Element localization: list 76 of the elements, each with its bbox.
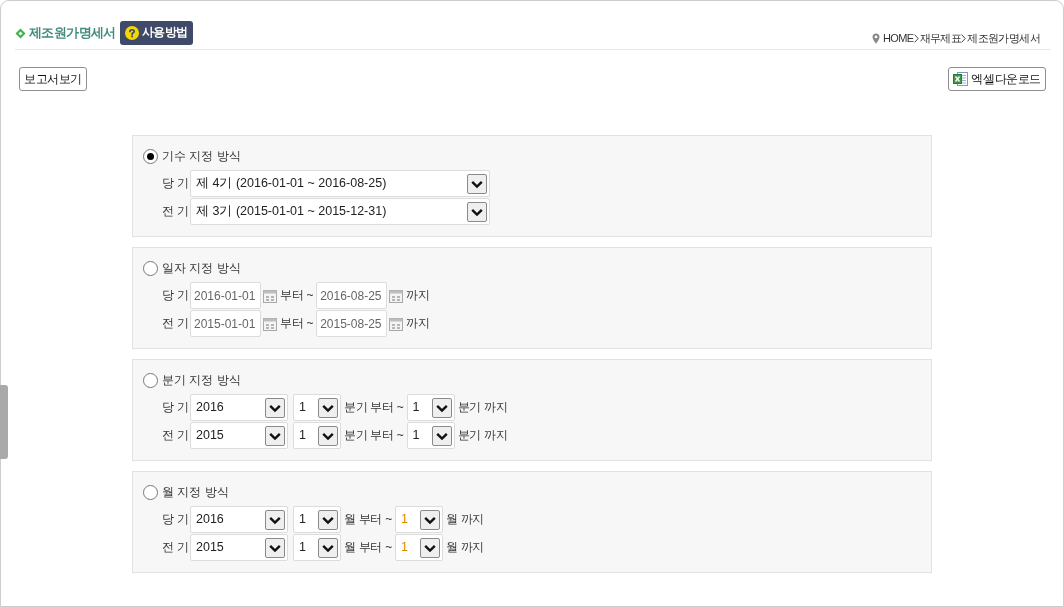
view-report-button[interactable]: 보고서보기 bbox=[19, 67, 87, 91]
row-label: 전 기 bbox=[162, 540, 190, 555]
range-text: 까지 bbox=[406, 316, 430, 331]
quarter-select[interactable]: 1 bbox=[293, 422, 341, 449]
radio-button[interactable] bbox=[143, 485, 158, 500]
diamond-icon bbox=[15, 27, 26, 39]
breadcrumb-link[interactable]: HOME bbox=[882, 31, 914, 45]
chevron-down-icon bbox=[419, 537, 440, 558]
spreadsheet-icon bbox=[953, 72, 969, 86]
chevron-down-icon bbox=[467, 201, 487, 222]
option-label: 분기 지정 방식 bbox=[162, 373, 241, 388]
range-text: 월 까지 bbox=[445, 512, 485, 527]
range-text: 분기 까지 bbox=[457, 400, 508, 415]
option-label: 기수 지정 방식 bbox=[162, 149, 241, 164]
breadcrumb-current: 제조원가명세서 bbox=[967, 31, 1040, 45]
year-select[interactable]: 2016 bbox=[190, 506, 288, 533]
excel-download-button[interactable]: 엑셀다운로드 bbox=[948, 67, 1046, 91]
side-handle[interactable] bbox=[0, 385, 8, 459]
month-select[interactable]: 1 bbox=[293, 506, 341, 533]
month-select[interactable]: 1 bbox=[293, 534, 341, 561]
range-text: 부터 ~ bbox=[280, 316, 314, 331]
radio-button[interactable] bbox=[143, 261, 158, 276]
calendar-icon bbox=[389, 288, 404, 303]
row-label: 전 기 bbox=[162, 428, 190, 443]
chevron-right-icon bbox=[913, 33, 919, 43]
calendar-icon bbox=[263, 316, 277, 331]
row-label: 당 기 bbox=[162, 288, 190, 303]
chevron-down-icon bbox=[467, 173, 487, 194]
row-label: 당 기 bbox=[162, 176, 190, 191]
quarter-select[interactable]: 1 bbox=[293, 394, 341, 421]
range-text: 분기 부터 ~ bbox=[344, 400, 404, 415]
date-field[interactable]: 2016-08-25 bbox=[316, 282, 388, 309]
chevron-down-icon bbox=[419, 509, 440, 530]
radio-button[interactable] bbox=[143, 149, 158, 164]
chevron-down-icon bbox=[265, 509, 285, 530]
calendar-icon bbox=[263, 288, 277, 303]
range-text: 분기 부터 ~ bbox=[344, 428, 404, 443]
chevron-down-icon bbox=[318, 425, 338, 446]
year-select[interactable]: 2015 bbox=[190, 422, 288, 449]
range-text: 월 까지 bbox=[445, 540, 485, 555]
range-text: 분기 까지 bbox=[457, 428, 508, 443]
chevron-down-icon bbox=[265, 425, 285, 446]
range-text: 월 부터 ~ bbox=[344, 540, 392, 555]
date-field[interactable]: 2016-01-01 bbox=[190, 282, 261, 309]
chevron-right-icon bbox=[961, 33, 967, 43]
help-button[interactable]: 사용방법 bbox=[119, 21, 193, 45]
option-label: 일자 지정 방식 bbox=[162, 261, 241, 276]
chevron-down-icon bbox=[265, 537, 285, 558]
chevron-down-icon bbox=[431, 425, 452, 446]
chevron-down-icon bbox=[265, 397, 285, 418]
radio-button[interactable] bbox=[143, 373, 158, 388]
row-label: 당 기 bbox=[162, 512, 190, 527]
chevron-down-icon bbox=[318, 537, 338, 558]
date-field[interactable]: 2015-08-25 bbox=[316, 310, 388, 337]
breadcrumb-link[interactable]: 재무제표 bbox=[919, 31, 962, 45]
quarter-select[interactable]: 1 bbox=[406, 422, 455, 449]
calendar-icon bbox=[389, 316, 404, 331]
page-title: 제조원가명세서 bbox=[29, 25, 116, 41]
map-pin-icon bbox=[871, 32, 880, 44]
date-field[interactable]: 2015-01-01 bbox=[190, 310, 261, 337]
row-label: 전 기 bbox=[162, 204, 190, 219]
help-icon bbox=[124, 26, 139, 40]
range-text: 부터 ~ bbox=[280, 288, 314, 303]
row-label: 전 기 bbox=[162, 316, 190, 331]
quarter-select[interactable]: 1 bbox=[406, 394, 455, 421]
period-select[interactable]: 제 3기 (2015-01-01 ~ 2015-12-31) bbox=[190, 198, 490, 225]
range-text: 까지 bbox=[406, 288, 430, 303]
row-label: 당 기 bbox=[162, 400, 190, 415]
period-select[interactable]: 제 4기 (2016-01-01 ~ 2016-08-25) bbox=[190, 170, 490, 197]
year-select[interactable]: 2016 bbox=[190, 394, 288, 421]
chevron-down-icon bbox=[318, 397, 338, 418]
year-select[interactable]: 2015 bbox=[190, 534, 288, 561]
option-label: 월 지정 방식 bbox=[162, 485, 229, 500]
chevron-down-icon bbox=[318, 509, 338, 530]
chevron-down-icon bbox=[431, 397, 452, 418]
range-text: 월 부터 ~ bbox=[344, 512, 392, 527]
